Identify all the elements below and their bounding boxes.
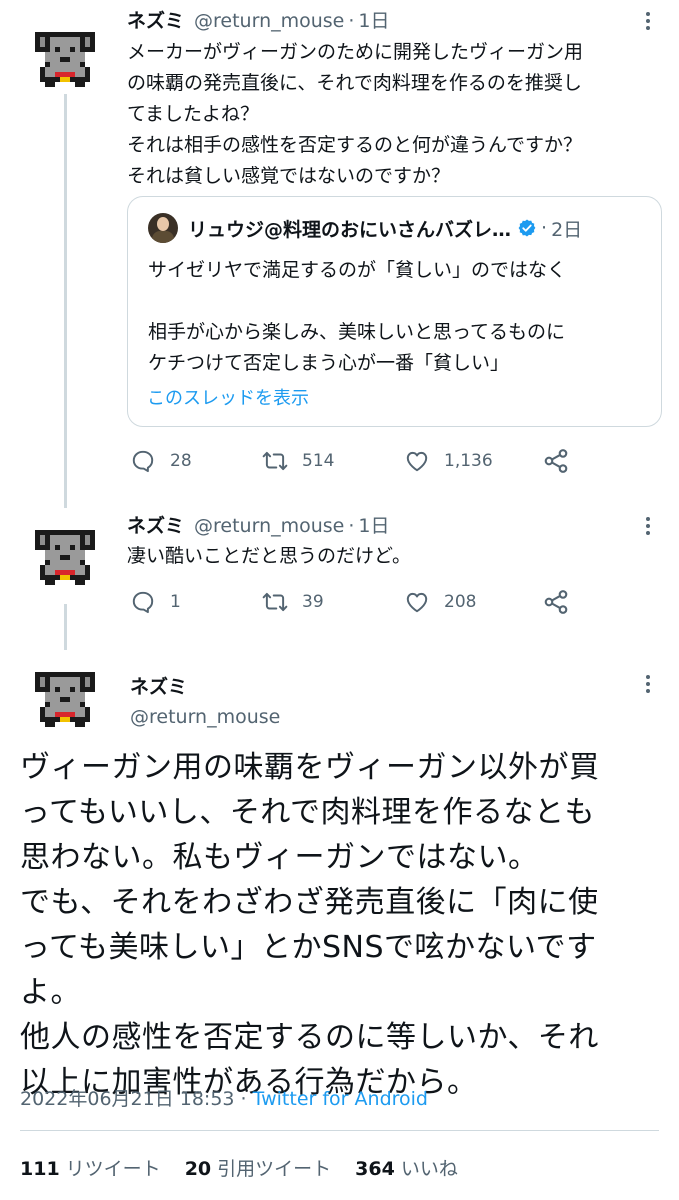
separator: ·: [348, 515, 355, 537]
author-handle[interactable]: @return_mouse: [194, 514, 344, 538]
tweet-meta: 2022年06月21日 18:53 · Twitter for Android: [20, 1084, 428, 1111]
tweet-source[interactable]: Twitter for Android: [253, 1088, 428, 1110]
quote-header: リュウジ@料理のおにいさんバズレ… · 2日: [148, 213, 582, 243]
quote-avatar: [148, 213, 178, 243]
quotes-count: 20: [184, 1158, 212, 1180]
reply-icon: [130, 448, 156, 474]
thread-line: [64, 94, 67, 508]
share-icon: [542, 447, 570, 475]
likes-stat[interactable]: 364 いいね: [355, 1154, 458, 1181]
retweets-stat[interactable]: 111 リツイート: [20, 1154, 161, 1181]
reply-button[interactable]: 1: [130, 589, 262, 615]
retweets-count: 111: [20, 1158, 60, 1180]
reply-count: 28: [170, 451, 192, 471]
share-icon: [542, 588, 570, 616]
retweet-count: 514: [302, 451, 335, 471]
retweet-icon: [262, 448, 288, 474]
retweets-label: リツイート: [65, 1158, 161, 1180]
reply-icon: [130, 589, 156, 615]
separator: ·: [348, 10, 355, 32]
share-button[interactable]: [542, 588, 570, 616]
tweet-text: メーカーがヴィーガンのために開発したヴィーガン用 の味覇の発売直後に、それで肉料…: [127, 41, 584, 187]
likes-count: 364: [355, 1158, 395, 1180]
like-icon: [404, 448, 430, 474]
timestamp[interactable]: 1日: [358, 514, 389, 538]
author-name[interactable]: ネズミ: [127, 9, 184, 33]
retweet-button[interactable]: 514: [262, 448, 404, 474]
timestamp[interactable]: 1日: [358, 9, 389, 33]
quote-timestamp: 2日: [551, 218, 583, 241]
quote-separator: ·: [541, 217, 548, 239]
tweet-stats: 111 リツイート 20 引用ツイート 364 いいね: [20, 1154, 458, 1181]
reply-button[interactable]: 28: [130, 448, 262, 474]
like-button[interactable]: 208: [404, 589, 542, 615]
quote-author-name: リュウジ@料理のおにいさんバズレ…: [188, 218, 512, 241]
tweet-actions: 28 514 1,136: [130, 446, 570, 476]
quotes-stat[interactable]: 20 引用ツイート: [185, 1154, 331, 1181]
quote-text: サイゼリヤで満足するのが「貧しい」のではなく 相手が心から楽しみ、美味しいと思っ…: [148, 259, 567, 374]
tweet-actions: 1 39 208: [130, 587, 570, 617]
show-thread-link[interactable]: このスレッドを表示: [147, 384, 309, 410]
meta-separator: ·: [234, 1088, 253, 1110]
tweet-datetime[interactable]: 2022年06月21日 18:53: [20, 1088, 235, 1110]
author-handle[interactable]: @return_mouse: [130, 706, 280, 728]
divider: [20, 1130, 659, 1131]
retweet-count: 39: [302, 592, 324, 612]
tweet-header: ネズミ @return_mouse · 1日: [127, 9, 390, 33]
reply-count: 1: [170, 592, 181, 612]
like-count: 208: [444, 592, 477, 612]
tweet-header: ネズミ @return_mouse · 1日: [127, 514, 390, 538]
mouse-avatar-icon[interactable]: [30, 520, 100, 590]
quotes-label: 引用ツイート: [217, 1158, 332, 1180]
more-icon[interactable]: [639, 672, 657, 696]
tweet-text: 凄い酷いことだと思うのだけど。: [127, 545, 412, 567]
retweet-button[interactable]: 39: [262, 589, 404, 615]
author-name[interactable]: ネズミ: [127, 514, 184, 538]
likes-label: いいね: [400, 1158, 458, 1180]
main-tweet-text: ヴィーガン用の味覇をヴィーガン以外が買 ってもいいし、それで肉料理を作るなとも …: [20, 750, 600, 1100]
like-icon: [404, 589, 430, 615]
more-icon[interactable]: [639, 514, 657, 538]
more-icon[interactable]: [639, 9, 657, 33]
mouse-avatar-icon[interactable]: [30, 662, 100, 732]
author-name[interactable]: ネズミ: [130, 672, 187, 699]
share-button[interactable]: [542, 447, 570, 475]
mouse-avatar-icon[interactable]: [30, 22, 100, 92]
retweet-icon: [262, 589, 288, 615]
thread-line: [64, 604, 67, 650]
author-handle[interactable]: @return_mouse: [194, 9, 344, 33]
like-button[interactable]: 1,136: [404, 448, 542, 474]
verified-icon: [518, 219, 536, 237]
like-count: 1,136: [444, 451, 493, 471]
